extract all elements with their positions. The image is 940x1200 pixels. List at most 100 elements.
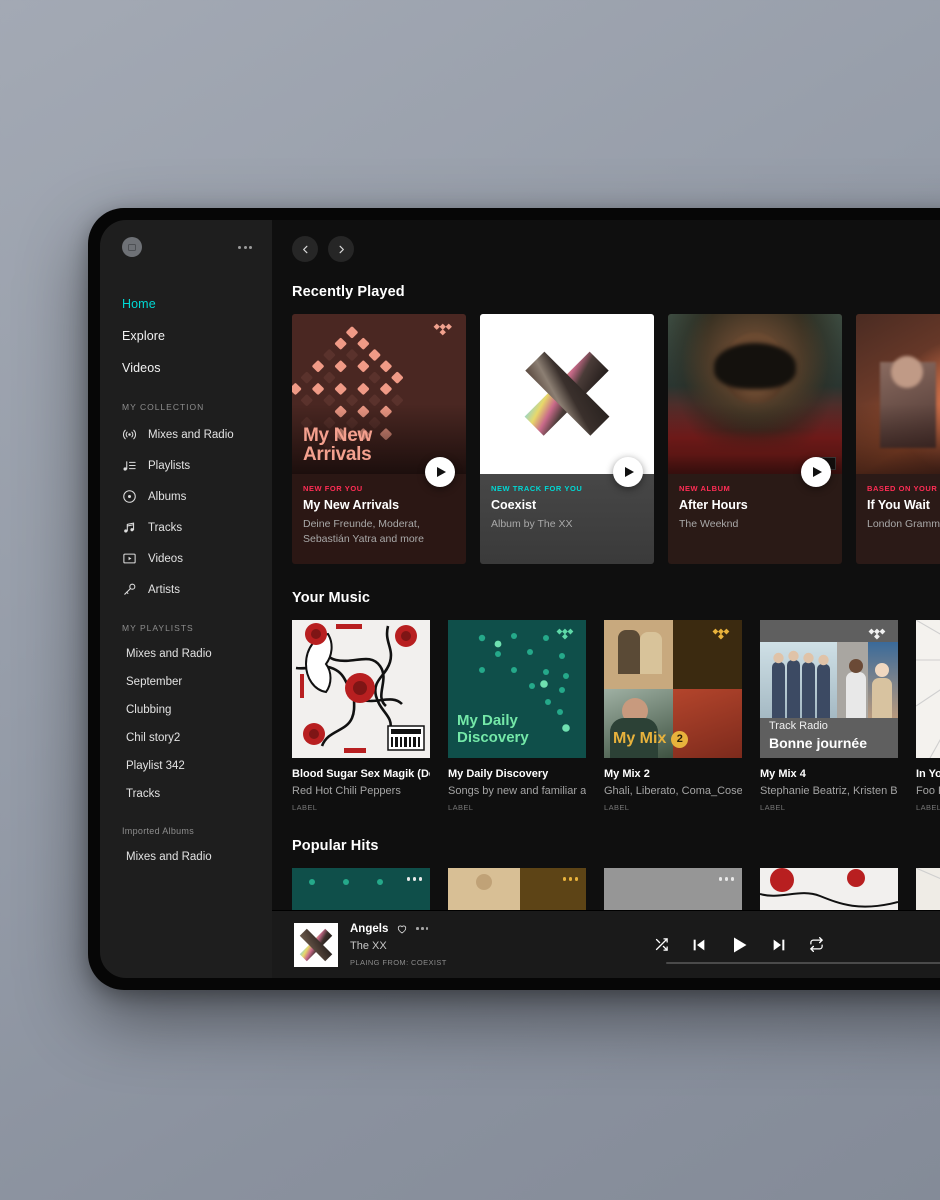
microphone-icon (122, 582, 137, 597)
forward-button[interactable] (328, 236, 354, 262)
sidebar-item-label: Tracks (148, 521, 183, 534)
back-button[interactable] (292, 236, 318, 262)
sidebar-imported-mixes-and-radio[interactable]: Mixes and Radio (100, 843, 272, 871)
more-horizontal-icon[interactable] (416, 927, 429, 930)
repeat-button[interactable] (809, 937, 824, 952)
album-art-title: My Daily Discovery (457, 712, 529, 746)
sidebar-playlist-clubbing[interactable]: Clubbing (100, 696, 272, 724)
play-button[interactable] (729, 935, 749, 955)
album-art: LOGRA F YO (856, 314, 940, 474)
recently-played-card[interactable]: NEW TRACK FOR YOU Coexist Album by The X… (480, 314, 654, 564)
content-scroll-area: Recently Played My New Arrivals NEW FOR … (272, 284, 940, 978)
app-screen: Home Explore Videos MY COLLECTION Mixes … (100, 220, 940, 978)
disc-icon (122, 489, 137, 504)
sidebar-playlist-mixes-and-radio[interactable]: Mixes and Radio (100, 640, 272, 668)
skip-back-icon (693, 939, 705, 950)
playlist-icon (122, 458, 137, 473)
coexist-x-artwork (524, 351, 610, 436)
shuffle-button[interactable] (654, 937, 669, 952)
your-music-card[interactable]: Blood Sugar Sex Magik (Deluxe) Red Hot C… (292, 620, 430, 812)
in-your-honor-artwork (916, 620, 940, 758)
more-horizontal-icon[interactable] (406, 877, 422, 881)
album-art-title: My Mix (613, 730, 667, 747)
card-title: If You Wait (867, 498, 930, 512)
user-avatar-icon[interactable] (122, 237, 142, 257)
player-controls (654, 935, 824, 955)
card-meta: NEW TRACK FOR YOU Coexist Album by The X… (480, 457, 654, 532)
recently-played-card[interactable]: NEW ALBUM After Hours The Weeknd (668, 314, 842, 564)
your-music-card[interactable]: In Your Honor Foo Fighters LABEL (916, 620, 940, 812)
sidebar-section-collection-header: MY COLLECTION (122, 402, 205, 412)
track-title: Angels (350, 922, 389, 935)
sidebar-item-videos-collection[interactable]: Videos (100, 543, 272, 574)
heart-icon[interactable] (396, 923, 408, 935)
sidebar-playlist-chil-story2[interactable]: Chil story2 (100, 724, 272, 752)
more-horizontal-icon[interactable] (562, 877, 578, 881)
card-subtitle: Songs by new and familiar artists (448, 785, 586, 797)
card-title: Blood Sugar Sex Magik (Deluxe) (292, 768, 430, 780)
card-subtitle: Stephanie Beatriz, Kristen Bell (760, 785, 898, 797)
tidal-logo-icon (868, 628, 886, 640)
card-label: LABEL (448, 803, 474, 812)
sidebar-item-artists[interactable]: Artists (100, 574, 272, 605)
recently-played-card[interactable]: LOGRA F YO BASED ON YOUR LIKES If You Wa… (856, 314, 940, 564)
sidebar-item-explore[interactable]: Explore (100, 320, 272, 352)
sidebar-playlist-342[interactable]: Playlist 342 (100, 752, 272, 780)
coexist-x-artwork (299, 928, 333, 961)
sidebar-item-videos[interactable]: Videos (100, 352, 272, 384)
previous-button[interactable] (691, 937, 707, 953)
play-button[interactable] (801, 457, 831, 487)
chevron-right-icon (339, 245, 344, 253)
sidebar-item-mixes-and-radio[interactable]: Mixes and Radio (100, 419, 272, 450)
sidebar-item-albums[interactable]: Albums (100, 481, 272, 512)
card-title: In Your Honor (916, 768, 940, 780)
tidal-logo-icon (556, 628, 574, 640)
play-button[interactable] (425, 457, 455, 487)
card-meta: NEW ALBUM After Hours The Weeknd (668, 457, 842, 532)
section-title-popular-hits: Popular Hits (292, 838, 379, 854)
section-title-recently-played: Recently Played (292, 284, 405, 300)
sidebar-item-playlists[interactable]: Playlists (100, 450, 272, 481)
card-subtitle: London Grammar (867, 518, 940, 530)
card-label: LABEL (292, 803, 318, 812)
your-music-card[interactable]: Track Radio Bonne journée My Mix 4 Steph… (760, 620, 898, 812)
next-button[interactable] (771, 937, 787, 953)
card-title: My Mix 4 (760, 768, 806, 780)
your-music-card[interactable]: My Daily Discovery My Daily Discovery Son… (448, 620, 586, 812)
now-playing: Angels The XX PLAING FROM: COEXIST (272, 922, 572, 967)
tidal-logo-icon (712, 628, 730, 640)
sidebar-item-label: Albums (148, 490, 187, 503)
card-meta: BASED ON YOUR LIKES If You Wait London G… (856, 474, 940, 532)
chevron-left-icon (302, 245, 307, 253)
album-art-title: My New Arrivals (303, 424, 372, 466)
sidebar-primary-nav: Home Explore Videos (100, 274, 272, 384)
sidebar-playlist-tracks[interactable]: Tracks (100, 780, 272, 808)
more-horizontal-icon[interactable] (238, 245, 252, 249)
album-art: My Daily Discovery (448, 620, 586, 758)
player-bar: Angels The XX PLAING FROM: COEXIST (272, 910, 940, 978)
broadcast-icon (122, 427, 137, 442)
album-art (480, 314, 654, 474)
now-playing-artwork (294, 922, 338, 967)
play-button[interactable] (613, 457, 643, 487)
card-title: Coexist (491, 498, 537, 512)
sidebar-playlist-september[interactable]: September (100, 668, 272, 696)
card-kicker: BASED ON YOUR LIKES (867, 484, 940, 493)
sidebar-item-home[interactable]: Home (100, 288, 272, 320)
video-icon (122, 551, 137, 566)
recently-played-card[interactable]: My New Arrivals NEW FOR YOU My New Arriva… (292, 314, 466, 564)
now-playing-text: Angels The XX PLAING FROM: COEXIST (350, 923, 447, 967)
card-title: My Daily Discovery (448, 768, 549, 780)
sidebar-item-label: Videos (148, 552, 183, 565)
seek-bar[interactable] (666, 962, 940, 964)
sidebar-item-tracks[interactable]: Tracks (100, 512, 272, 543)
album-art-title: Bonne journée (769, 735, 868, 751)
card-subtitle: The Weeknd (679, 518, 739, 530)
skip-forward-icon (773, 939, 785, 950)
album-art (292, 620, 430, 758)
more-horizontal-icon[interactable] (718, 877, 734, 881)
card-subtitle: Deine Freunde, Moderat, Sebastián Yatra … (303, 518, 425, 545)
sidebar-section-playlists-header: MY PLAYLISTS (122, 623, 194, 633)
your-music-card[interactable]: My Mix 2 My Mix 2 Ghali, Liberato, Coma_… (604, 620, 742, 812)
track-artist: The XX (350, 939, 387, 952)
